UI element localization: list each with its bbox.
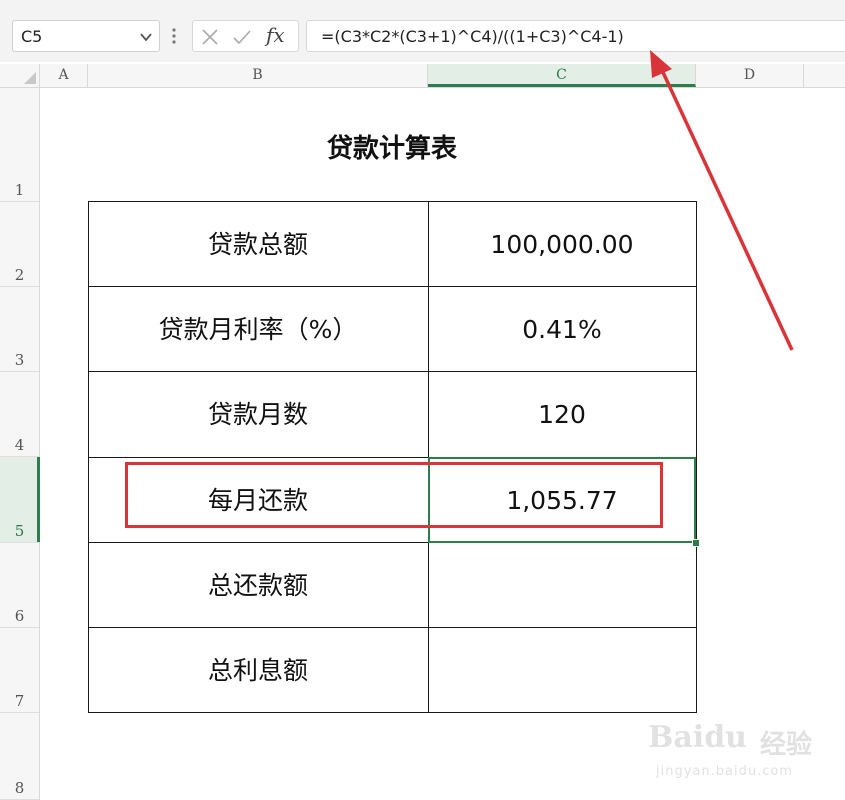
more-vertical-icon[interactable]: [172, 26, 176, 46]
name-box[interactable]: C5: [12, 20, 160, 52]
cell-b7[interactable]: 总利息额: [88, 628, 428, 713]
formula-tools: fx: [192, 20, 299, 52]
row-header-8[interactable]: 8: [0, 713, 39, 800]
cell-c3[interactable]: 0.41%: [428, 287, 696, 372]
name-box-value: C5: [21, 27, 43, 46]
column-header-a[interactable]: A: [40, 64, 88, 87]
watermark-cn: 经验: [760, 730, 813, 760]
chevron-down-icon[interactable]: [139, 30, 153, 44]
formula-input[interactable]: =(C3*C2*(C3+1)^C4)/((1+C3)^C4-1): [306, 20, 845, 52]
watermark-url: jingyan.baidu.com: [656, 764, 793, 779]
select-all-corner[interactable]: [0, 64, 40, 87]
confirm-icon[interactable]: [233, 28, 251, 46]
column-header-b[interactable]: B: [88, 64, 428, 87]
highlight-box: [125, 462, 663, 528]
column-header-c[interactable]: C: [428, 64, 696, 87]
row-header: 1 2 3 4 5 6 7 8: [0, 88, 40, 800]
row-header-7[interactable]: 7: [0, 628, 39, 713]
insert-function-button[interactable]: fx: [266, 23, 285, 47]
column-header-d[interactable]: D: [696, 64, 804, 87]
row-header-2[interactable]: 2: [0, 202, 39, 287]
row-header-5[interactable]: 5: [0, 457, 40, 543]
fill-handle[interactable]: [692, 539, 700, 547]
watermark: Baidu 经验 jingyan.baidu.com: [648, 708, 838, 796]
cell-b6[interactable]: 总还款额: [88, 543, 428, 628]
sheet-title[interactable]: 贷款计算表: [88, 128, 696, 165]
row-header-6[interactable]: 6: [0, 543, 39, 628]
row-header-1[interactable]: 1: [0, 88, 39, 202]
cell-c2[interactable]: 100,000.00: [428, 202, 696, 287]
cell-b4[interactable]: 贷款月数: [88, 372, 428, 457]
row-header-4[interactable]: 4: [0, 372, 39, 457]
cell-c4[interactable]: 120: [428, 372, 696, 457]
cell-c7[interactable]: [428, 628, 696, 713]
cancel-icon[interactable]: [201, 28, 219, 46]
formula-text: =(C3*C2*(C3+1)^C4)/((1+C3)^C4-1): [321, 27, 624, 46]
cell-b2[interactable]: 贷款总额: [88, 202, 428, 287]
formula-bar: C5 fx =(C3*C2*(C3+1)^C4)/((1+C3)^C4-1): [0, 0, 845, 62]
table-border: [696, 201, 697, 713]
column-header: A B C D: [0, 64, 845, 88]
watermark-logo: Baidu: [648, 720, 747, 755]
cell-c6[interactable]: [428, 543, 696, 628]
row-header-3[interactable]: 3: [0, 287, 39, 372]
cell-b3[interactable]: 贷款月利率（%）: [88, 287, 428, 372]
